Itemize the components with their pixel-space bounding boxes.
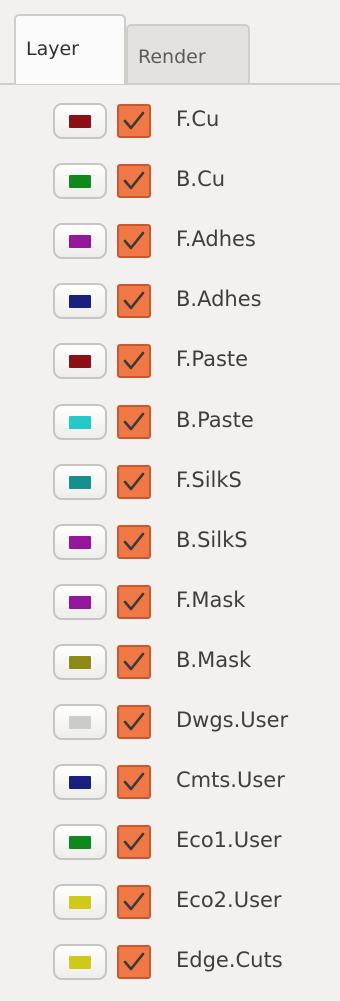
layer-color-swatch xyxy=(69,294,91,308)
layer-row: B.Cu xyxy=(0,151,340,211)
layer-row: Eco1.User xyxy=(0,812,340,872)
layer-name-label: Cmts.User xyxy=(176,768,285,792)
layer-row: F.Cu xyxy=(0,91,340,151)
checkmark-icon xyxy=(123,832,145,851)
layer-visibility-checkbox[interactable] xyxy=(117,945,151,979)
layer-color-swatch xyxy=(69,655,91,669)
layer-color-swatch xyxy=(69,955,91,969)
layer-row: Eco2.User xyxy=(0,872,340,932)
layer-name-label: B.Adhes xyxy=(176,287,262,311)
layer-row: F.SilkS xyxy=(0,452,340,512)
layer-visibility-checkbox[interactable] xyxy=(117,104,151,138)
layer-visibility-checkbox[interactable] xyxy=(117,705,151,739)
layer-visibility-checkbox[interactable] xyxy=(117,585,151,619)
layer-color-button[interactable] xyxy=(53,644,107,680)
layer-name-label: B.Cu xyxy=(176,167,226,191)
layer-color-swatch xyxy=(69,715,91,729)
layer-color-button[interactable] xyxy=(53,404,107,440)
layer-name-label: Dwgs.User xyxy=(176,708,289,732)
layer-row: F.Mask xyxy=(0,572,340,632)
checkmark-icon xyxy=(123,472,145,491)
layer-name-label: Eco2.User xyxy=(176,888,282,912)
layer-visibility-checkbox[interactable] xyxy=(117,825,151,859)
layer-color-swatch xyxy=(69,475,91,489)
checkmark-icon xyxy=(123,532,145,551)
layer-color-swatch xyxy=(69,835,91,849)
layer-color-swatch xyxy=(69,234,91,248)
checkmark-icon xyxy=(123,171,145,190)
layer-color-button[interactable] xyxy=(53,524,107,560)
layer-visibility-checkbox[interactable] xyxy=(117,465,151,499)
layer-color-swatch xyxy=(69,535,91,549)
layer-color-button[interactable] xyxy=(53,103,107,139)
layer-row: Cmts.User xyxy=(0,752,340,812)
checkmark-icon xyxy=(123,111,145,130)
tab-layer[interactable]: Layer xyxy=(14,14,126,84)
layer-row: B.Adhes xyxy=(0,271,340,331)
layer-color-swatch xyxy=(69,595,91,609)
layer-visibility-checkbox[interactable] xyxy=(117,525,151,559)
layer-name-label: B.Mask xyxy=(176,648,252,672)
layer-row: F.Paste xyxy=(0,331,340,391)
tab-render[interactable]: Render xyxy=(126,24,250,84)
layer-visibility-checkbox[interactable] xyxy=(117,405,151,439)
tab-render-label: Render xyxy=(138,46,206,68)
layer-visibility-checkbox[interactable] xyxy=(117,765,151,799)
checkmark-icon xyxy=(123,772,145,791)
layer-color-button[interactable] xyxy=(53,283,107,319)
checkmark-icon xyxy=(123,592,145,611)
layer-visibility-checkbox[interactable] xyxy=(117,344,151,378)
layer-visibility-checkbox[interactable] xyxy=(117,224,151,258)
checkmark-icon xyxy=(123,291,145,310)
layer-row: B.SilkS xyxy=(0,512,340,572)
layer-color-button[interactable] xyxy=(53,704,107,740)
layer-row: Dwgs.User xyxy=(0,692,340,752)
layer-visibility-checkbox[interactable] xyxy=(117,164,151,198)
checkmark-icon xyxy=(123,412,145,431)
layer-name-label: B.SilkS xyxy=(176,528,248,552)
layer-color-swatch xyxy=(69,174,91,188)
layer-name-label: F.Adhes xyxy=(176,227,256,251)
checkmark-icon xyxy=(123,652,145,671)
layer-color-button[interactable] xyxy=(53,464,107,500)
layer-row: B.Paste xyxy=(0,392,340,452)
layer-name-label: F.Mask xyxy=(176,588,246,612)
layer-color-button[interactable] xyxy=(53,343,107,379)
layer-row: B.Mask xyxy=(0,632,340,692)
layer-color-swatch xyxy=(69,354,91,368)
layer-color-button[interactable] xyxy=(53,824,107,860)
layer-name-label: F.SilkS xyxy=(176,468,242,492)
layers-panel: Layer Render F.Cu B.Cu F.Adhes B.Adhes F.Pas… xyxy=(0,0,340,1001)
checkmark-icon xyxy=(123,952,145,971)
layer-color-swatch xyxy=(69,775,91,789)
layer-name-label: B.Paste xyxy=(176,408,254,432)
layer-visibility-checkbox[interactable] xyxy=(117,284,151,318)
layer-color-swatch xyxy=(69,415,91,429)
layer-name-label: F.Cu xyxy=(176,107,220,131)
layer-color-button[interactable] xyxy=(53,764,107,800)
checkmark-icon xyxy=(123,351,145,370)
tab-layer-label: Layer xyxy=(26,38,79,60)
layer-row: Edge.Cuts xyxy=(0,932,340,992)
checkmark-icon xyxy=(123,712,145,731)
layer-color-button[interactable] xyxy=(53,163,107,199)
layer-color-swatch xyxy=(69,895,91,909)
layer-color-button[interactable] xyxy=(53,584,107,620)
layer-name-label: F.Paste xyxy=(176,347,249,371)
layer-color-button[interactable] xyxy=(53,944,107,980)
layer-color-swatch xyxy=(69,114,91,128)
checkmark-icon xyxy=(123,231,145,250)
layer-visibility-checkbox[interactable] xyxy=(117,885,151,919)
layer-visibility-checkbox[interactable] xyxy=(117,645,151,679)
tab-bar: Layer Render xyxy=(0,0,340,90)
layer-color-button[interactable] xyxy=(53,884,107,920)
checkmark-icon xyxy=(123,892,145,911)
layer-row: F.Adhes xyxy=(0,211,340,271)
layer-name-label: Edge.Cuts xyxy=(176,948,283,972)
layer-name-label: Eco1.User xyxy=(176,828,282,852)
layer-color-button[interactable] xyxy=(53,223,107,259)
